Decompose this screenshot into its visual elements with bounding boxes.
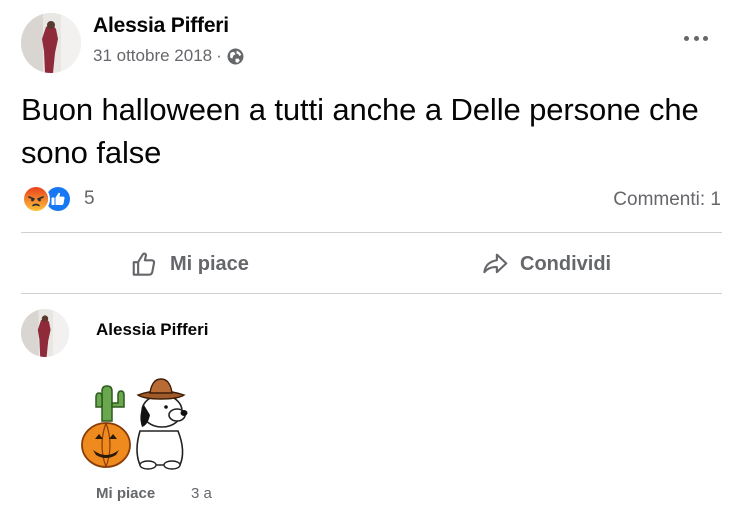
post-author-name[interactable]: Alessia Pifferi xyxy=(93,14,229,38)
post-author-avatar[interactable] xyxy=(21,13,81,73)
comment-like-button[interactable]: Mi piace xyxy=(96,485,155,502)
avatar-photo xyxy=(21,309,69,357)
divider xyxy=(21,232,722,233)
post-date[interactable]: 31 ottobre 2018 xyxy=(93,46,212,66)
thumbs-up-icon xyxy=(132,252,156,276)
avatar-photo xyxy=(21,13,81,73)
snoopy-halloween-sticker xyxy=(80,373,198,473)
comment-timestamp[interactable]: 3 a xyxy=(191,485,212,502)
like-button[interactable]: Mi piace xyxy=(130,246,249,282)
post-meta: 31 ottobre 2018 · xyxy=(93,46,244,66)
post-text: Buon halloween a tutti anche a Delle per… xyxy=(21,92,699,170)
more-dot-icon xyxy=(684,35,689,41)
divider xyxy=(21,293,722,294)
share-button[interactable]: Condividi xyxy=(480,246,611,282)
more-options-button[interactable] xyxy=(680,28,712,48)
more-dot-icon xyxy=(703,35,708,41)
comments-count[interactable]: Commenti: 1 xyxy=(613,189,721,211)
reaction-count: 5 xyxy=(84,188,95,209)
more-dot-icon xyxy=(693,35,699,41)
like-button-label: Mi piace xyxy=(170,252,249,275)
globe-icon xyxy=(227,48,244,65)
angry-reaction-icon xyxy=(22,185,50,213)
comment-author-name[interactable]: Alessia Pifferi xyxy=(96,320,208,340)
comment-author-avatar[interactable] xyxy=(21,309,69,357)
meta-separator: · xyxy=(216,46,222,65)
reactions-summary[interactable]: 5 xyxy=(22,185,95,213)
share-button-label: Condividi xyxy=(520,252,612,275)
share-arrow-icon xyxy=(483,253,508,274)
